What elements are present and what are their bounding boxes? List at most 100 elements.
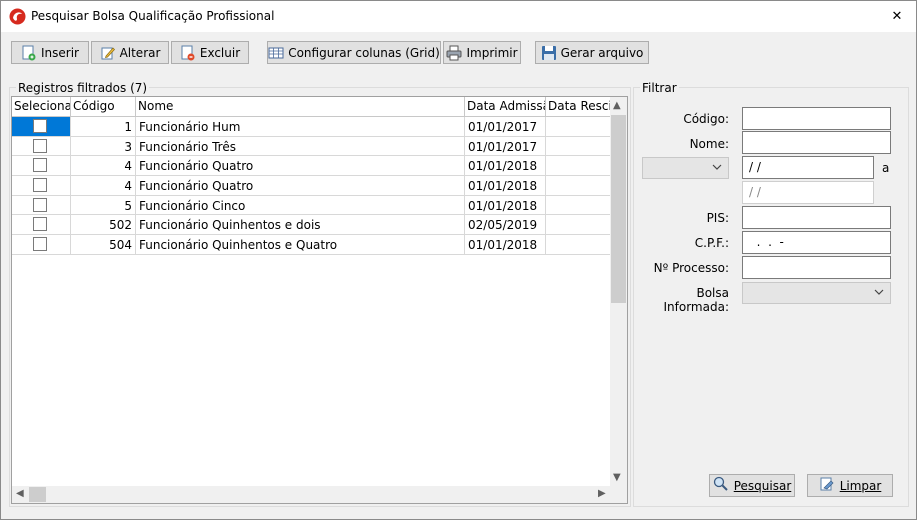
- clear-button[interactable]: Limpar: [807, 474, 893, 497]
- title-bar: Pesquisar Bolsa Qualificação Profissiona…: [1, 1, 916, 32]
- select-cell[interactable]: [12, 235, 71, 255]
- admission-date-cell: 02/05/2019: [465, 215, 546, 236]
- column-header-termination-date[interactable]: Data Rescisão: [546, 97, 613, 117]
- scroll-up-icon[interactable]: ▲: [613, 101, 621, 111]
- window-title: Pesquisar Bolsa Qualificação Profissiona…: [31, 9, 275, 23]
- close-icon: ✕: [891, 9, 903, 24]
- magnifier-icon: [713, 476, 729, 495]
- admission-date-cell: 01/01/2018: [465, 235, 546, 255]
- code-input[interactable]: [742, 107, 891, 130]
- chevron-down-icon: [711, 161, 723, 173]
- edit-button[interactable]: Alterar: [91, 41, 169, 64]
- records-grid: Selecionar Código Nome Data Admissão Dat…: [11, 96, 628, 504]
- termination-date-cell: [546, 117, 613, 137]
- export-file-label: Gerar arquivo: [560, 45, 644, 60]
- process-number-label: Nº Processo:: [653, 261, 729, 275]
- grid-body: 1 Funcionário Hum 01/01/2017 3 Funcionário T…: [12, 117, 613, 255]
- select-checkbox[interactable]: [33, 217, 47, 232]
- horizontal-scroll-thumb[interactable]: [29, 487, 46, 502]
- date-range-separator: a: [882, 161, 890, 175]
- date-type-select[interactable]: [642, 157, 729, 179]
- select-checkbox[interactable]: [33, 158, 47, 173]
- insert-button[interactable]: Inserir: [11, 41, 89, 64]
- eraser-icon: [819, 476, 835, 495]
- search-button[interactable]: Pesquisar: [709, 474, 795, 497]
- vertical-scroll-thumb[interactable]: [611, 115, 626, 303]
- print-label: Imprimir: [466, 45, 518, 60]
- select-cell[interactable]: [12, 195, 71, 216]
- date-to-value: / /: [749, 185, 761, 199]
- scroll-left-icon[interactable]: ◀: [16, 489, 24, 499]
- export-file-button[interactable]: Gerar arquivo: [535, 41, 649, 64]
- search-label: Pesquisar: [733, 478, 792, 493]
- column-header-code[interactable]: Código: [71, 97, 136, 117]
- code-cell: 5: [71, 195, 136, 216]
- table-row[interactable]: 504 Funcionário Quinhentos e Quatro 01/01/…: [12, 235, 613, 255]
- insert-label: Inserir: [41, 45, 79, 60]
- column-header-admission-date[interactable]: Data Admissão: [465, 97, 546, 117]
- select-checkbox[interactable]: [33, 237, 47, 252]
- date-to-input[interactable]: / /: [742, 181, 874, 204]
- select-checkbox[interactable]: [33, 119, 47, 133]
- column-header-name[interactable]: Nome: [136, 97, 465, 117]
- table-row[interactable]: 4 Funcionário Quatro 01/01/2018: [12, 176, 613, 196]
- code-cell: 3: [71, 136, 136, 157]
- cpf-value: . . -: [749, 235, 784, 249]
- termination-date-cell: [546, 156, 613, 177]
- scroll-down-icon[interactable]: ▼: [613, 473, 621, 483]
- vertical-scrollbar[interactable]: ▲ ▼: [610, 97, 627, 486]
- table-row[interactable]: 3 Funcionário Três 01/01/2017: [12, 136, 613, 157]
- cpf-input[interactable]: . . -: [742, 231, 891, 254]
- select-cell[interactable]: [12, 136, 71, 157]
- grant-informed-label: Bolsa Informada:: [663, 286, 730, 314]
- save-disk-icon: [541, 45, 557, 61]
- select-cell[interactable]: [12, 117, 71, 137]
- termination-date-cell: [546, 215, 613, 236]
- process-number-input[interactable]: [742, 256, 891, 279]
- termination-date-cell: [546, 235, 613, 255]
- table-row[interactable]: 4 Funcionário Quatro 01/01/2018: [12, 156, 613, 177]
- name-cell: Funcionário Quatro: [136, 176, 465, 196]
- name-cell: Funcionário Quinhentos e Quatro: [136, 235, 465, 255]
- close-button[interactable]: ✕: [878, 1, 916, 32]
- name-cell: Funcionário Três: [136, 136, 465, 157]
- code-cell: 4: [71, 176, 136, 196]
- edit-pencil-icon: [100, 45, 116, 61]
- configure-columns-button[interactable]: Configurar colunas (Grid): [267, 41, 441, 64]
- printer-icon: [446, 45, 462, 61]
- select-cell[interactable]: [12, 215, 71, 236]
- select-checkbox[interactable]: [33, 178, 47, 193]
- delete-button[interactable]: Excluir: [171, 41, 249, 64]
- cpf-label: C.P.F.:: [694, 236, 729, 250]
- filtered-records-label: Registros filtrados (7): [16, 81, 150, 95]
- chevron-down-icon: [873, 286, 885, 298]
- name-label: Nome:: [689, 137, 729, 151]
- table-row[interactable]: 5 Funcionário Cinco 01/01/2018: [12, 195, 613, 216]
- admission-date-cell: 01/01/2018: [465, 195, 546, 216]
- table-row[interactable]: 502 Funcionário Quinhentos e dois 02/05/20…: [12, 215, 613, 236]
- grid-header: Selecionar Código Nome Data Admissão Dat…: [12, 97, 613, 117]
- code-cell: 504: [71, 235, 136, 255]
- scroll-right-icon[interactable]: ▶: [598, 489, 606, 499]
- name-input[interactable]: [742, 131, 891, 154]
- filter-group-label: Filtrar: [640, 81, 679, 95]
- select-cell[interactable]: [12, 176, 71, 196]
- print-button[interactable]: Imprimir: [443, 41, 521, 64]
- delete-document-icon: [180, 45, 196, 61]
- grant-informed-select[interactable]: [742, 282, 891, 304]
- edit-label: Alterar: [119, 45, 161, 60]
- table-row[interactable]: 1 Funcionário Hum 01/01/2017: [12, 117, 613, 137]
- clear-label: Limpar: [839, 478, 882, 493]
- code-cell: 502: [71, 215, 136, 236]
- termination-date-cell: [546, 195, 613, 216]
- column-header-select[interactable]: Selecionar: [12, 97, 71, 117]
- select-cell[interactable]: [12, 156, 71, 177]
- select-checkbox[interactable]: [33, 197, 47, 212]
- date-from-input[interactable]: / /: [742, 156, 874, 179]
- name-cell: Funcionário Cinco: [136, 195, 465, 216]
- horizontal-scrollbar[interactable]: ◀ ▶: [12, 486, 610, 503]
- select-checkbox[interactable]: [33, 138, 47, 153]
- pis-label: PIS:: [706, 211, 729, 225]
- admission-date-cell: 01/01/2018: [465, 156, 546, 177]
- pis-input[interactable]: [742, 206, 891, 229]
